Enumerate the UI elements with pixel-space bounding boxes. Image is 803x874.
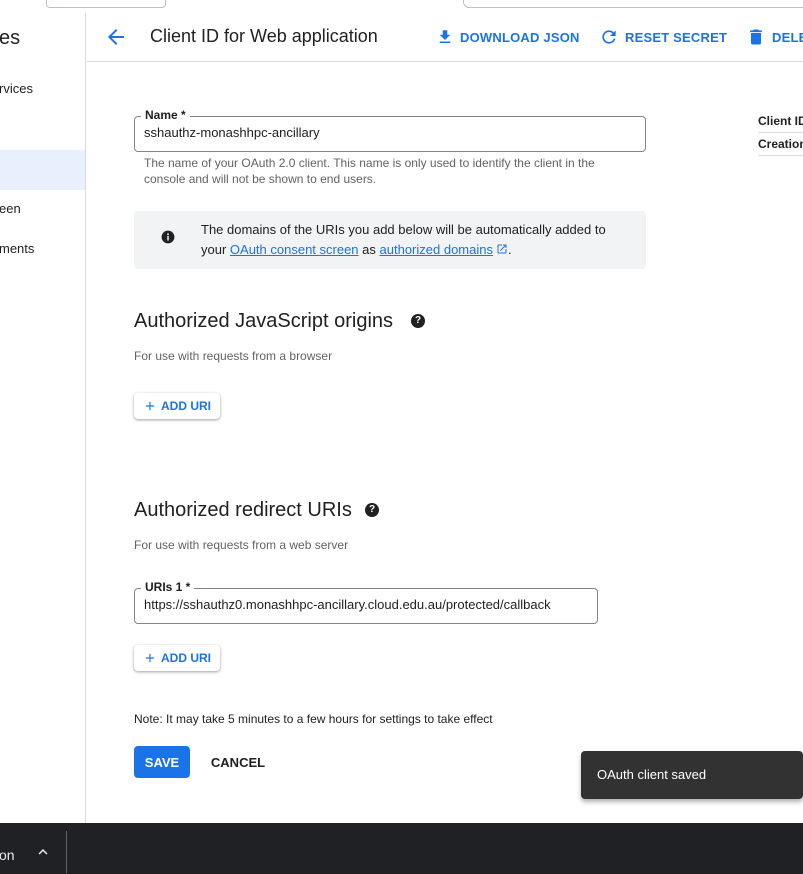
settings-note: Note: It may take 5 minutes to a few hou…: [134, 712, 493, 726]
sidebar-item-label: ments: [0, 241, 35, 256]
name-field[interactable]: Name * sshauthz-monashhpc-ancillary: [134, 108, 646, 152]
download-icon: [439, 30, 451, 43]
sidebar-title: es: [0, 27, 21, 49]
redirect-uris-subtitle: For use with requests from a web server: [134, 538, 349, 552]
redirect-uris-title: Authorized redirect URIs: [134, 499, 352, 521]
trash-icon: [750, 29, 762, 45]
info-banner: The domains of the URIs you add below wi…: [134, 211, 646, 269]
reset-secret-label: RESET SECRET: [625, 29, 728, 45]
add-redirect-uri-button[interactable]: ADD URI: [134, 645, 220, 671]
help-icon[interactable]: ?: [411, 314, 425, 328]
add-uri-label: ADD URI: [161, 651, 211, 665]
info-text-after: .: [507, 242, 512, 257]
top-search-box[interactable]: [463, 0, 803, 8]
sidebar-item-label: een: [0, 201, 21, 216]
delete-label: DELE: [772, 29, 803, 45]
sidebar-item-services[interactable]: rvices: [0, 69, 85, 109]
sidebar-item-label: rvices: [0, 81, 33, 96]
page-header: Client ID for Web application DOWNLOAD J…: [86, 13, 803, 62]
snackbar: OAuth client saved: [581, 751, 803, 799]
add-uri-label: ADD URI: [161, 399, 211, 413]
plus-icon: [145, 653, 155, 663]
authorized-domains-link[interactable]: authorized domains: [380, 242, 508, 257]
download-json-button[interactable]: DOWNLOAD JSON: [436, 13, 580, 61]
sidebar: es rvices een ments: [0, 13, 86, 823]
info-text-mid: as: [358, 242, 380, 257]
js-origins-subtitle: For use with requests from a browser: [134, 349, 333, 363]
back-button[interactable]: [104, 25, 128, 49]
save-button[interactable]: SAVE: [134, 746, 190, 778]
client-id-row-label: Client ID: [758, 110, 803, 133]
refresh-icon: [602, 30, 616, 44]
oauth-consent-screen-link[interactable]: OAuth consent screen: [230, 242, 359, 257]
chevron-up-icon[interactable]: [34, 843, 52, 861]
back-arrow-icon: [108, 29, 124, 45]
redirect-uri-1-value[interactable]: https://sshauthz0.monashhpc-ancillary.cl…: [144, 597, 551, 612]
name-field-label: Name *: [141, 108, 190, 122]
sidebar-item-credentials[interactable]: [0, 150, 85, 190]
download-json-label: DOWNLOAD JSON: [460, 29, 580, 45]
name-hint: The name of your OAuth 2.0 client. This …: [144, 156, 595, 186]
page-title: Client ID for Web application: [150, 26, 378, 46]
redirect-uri-1-field[interactable]: URIs 1 * https://sshauthz0.monashhpc-anc…: [134, 580, 598, 624]
help-icon[interactable]: ?: [365, 503, 379, 517]
js-origins-title: Authorized JavaScript origins: [134, 310, 394, 332]
name-field-value[interactable]: sshauthz-monashhpc-ancillary: [144, 125, 320, 140]
plus-icon: [145, 401, 155, 411]
reset-secret-button[interactable]: RESET SECRET: [599, 13, 727, 61]
client-info-panel: Client ID Creation: [758, 110, 803, 156]
top-project-selector[interactable]: [46, 0, 166, 8]
external-link-icon: [497, 244, 507, 254]
divider: [66, 831, 67, 873]
authorized-domains-link-label: authorized domains: [379, 242, 493, 257]
bottom-bar: on: [0, 823, 803, 874]
info-banner-text: The domains of the URIs you add below wi…: [201, 220, 621, 260]
creation-date-row-label: Creation: [758, 133, 803, 156]
sidebar-item-agreements[interactable]: ments: [0, 229, 85, 269]
info-icon: [161, 230, 175, 244]
sidebar-item-consent-screen[interactable]: een: [0, 189, 85, 229]
bottom-bar-label: on: [0, 847, 15, 863]
cancel-button[interactable]: CANCEL: [204, 746, 272, 778]
add-js-origin-uri-button[interactable]: ADD URI: [134, 393, 220, 419]
redirect-uri-1-label: URIs 1 *: [141, 580, 195, 594]
snackbar-message: OAuth client saved: [597, 767, 707, 782]
delete-button[interactable]: DELE: [746, 13, 803, 61]
